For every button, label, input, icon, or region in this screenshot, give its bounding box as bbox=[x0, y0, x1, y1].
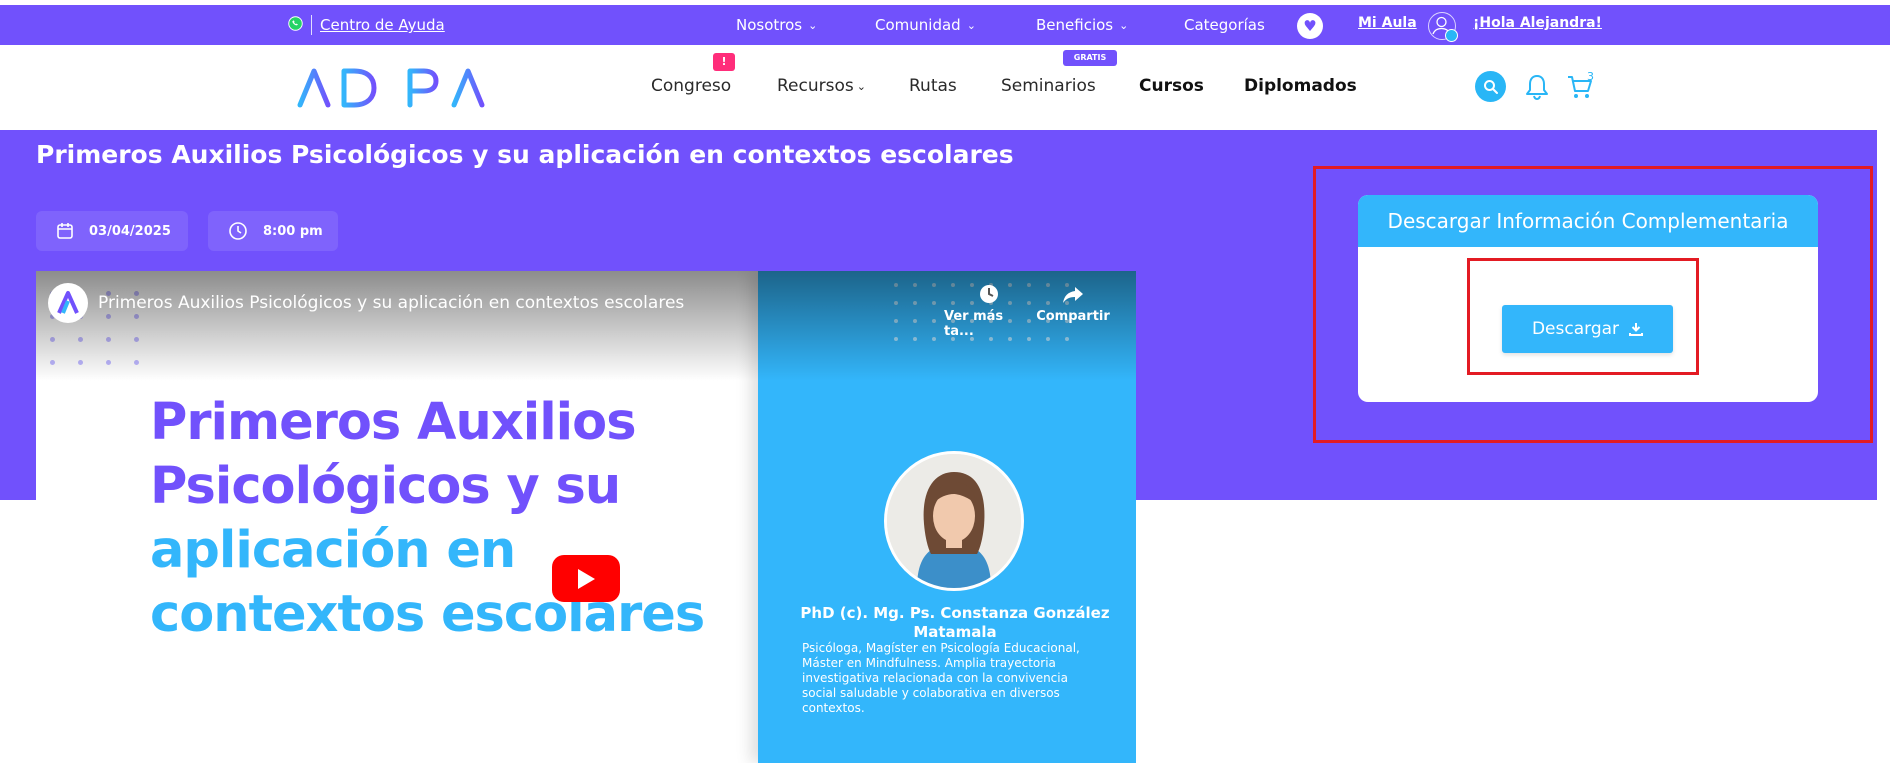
nav-label: Diplomados bbox=[1244, 76, 1357, 96]
bell-icon[interactable] bbox=[1524, 73, 1550, 101]
headline-line: contextos escolares bbox=[150, 585, 705, 644]
topnav-categorias[interactable]: Categorías bbox=[1184, 16, 1265, 34]
share-label: Compartir bbox=[1036, 309, 1110, 324]
topnav-beneficios[interactable]: Beneficios ⌄ bbox=[1036, 16, 1128, 34]
help-group: Centro de Ayuda bbox=[288, 15, 445, 35]
time-pill: 8:00 pm bbox=[208, 211, 338, 251]
nav-recursos[interactable]: Recursos ⌄ bbox=[777, 76, 866, 96]
clock-icon bbox=[229, 222, 247, 240]
speaker-description: Psicóloga, Magíster en Psicología Educac… bbox=[802, 641, 1080, 715]
nav-label: Congreso bbox=[651, 76, 732, 96]
nav-label: Recursos bbox=[777, 76, 854, 96]
nav-label: Cursos bbox=[1139, 76, 1204, 96]
calendar-icon bbox=[57, 223, 73, 239]
play-button[interactable] bbox=[552, 555, 620, 602]
chevron-down-icon: ⌄ bbox=[856, 79, 866, 93]
search-button[interactable] bbox=[1475, 71, 1506, 102]
search-icon bbox=[1483, 79, 1498, 94]
topnav-comunidad[interactable]: Comunidad ⌄ bbox=[875, 16, 976, 34]
adipa-logo-icon bbox=[57, 291, 79, 314]
help-center-link[interactable]: Centro de Ayuda bbox=[320, 16, 445, 34]
nav-label: Rutas bbox=[909, 76, 957, 96]
watch-later-button[interactable]: Ver más ta... bbox=[944, 283, 1034, 339]
speaker-photo bbox=[884, 451, 1024, 591]
congreso-badge: ! bbox=[713, 53, 735, 71]
verified-icon bbox=[1445, 29, 1458, 42]
clock-icon bbox=[980, 285, 998, 303]
topnav-label: Categorías bbox=[1184, 16, 1265, 34]
video-title[interactable]: Primeros Auxilios Psicológicos y su apli… bbox=[98, 293, 684, 313]
mi-aula-link[interactable]: Mi Aula bbox=[1358, 15, 1417, 31]
heart-icon[interactable]: ♥ bbox=[1297, 13, 1323, 39]
download-icon bbox=[1629, 323, 1644, 336]
event-date: 03/04/2025 bbox=[89, 223, 171, 239]
nav-label: Seminarios bbox=[1001, 76, 1096, 96]
share-icon bbox=[1063, 287, 1083, 303]
download-button[interactable]: Descargar bbox=[1502, 305, 1673, 353]
top-bar: Centro de Ayuda Nosotros ⌄ Comunidad ⌄ Ben… bbox=[0, 5, 1890, 45]
headline-line: aplicación en bbox=[150, 521, 516, 580]
user-greeting-link[interactable]: ¡Hola Alejandra! bbox=[1473, 15, 1602, 31]
watch-later-label: Ver más ta... bbox=[944, 309, 1004, 339]
page: Centro de Ayuda Nosotros ⌄ Comunidad ⌄ Ben… bbox=[0, 0, 1890, 763]
topnav-label: Nosotros bbox=[736, 16, 803, 34]
chevron-down-icon: ⌄ bbox=[1119, 18, 1129, 32]
nav-diplomados[interactable]: Diplomados bbox=[1244, 76, 1357, 96]
headline-line: Psicológicos y su bbox=[150, 457, 621, 516]
channel-avatar[interactable] bbox=[48, 283, 88, 323]
topnav-label: Beneficios bbox=[1036, 16, 1114, 34]
gratis-badge: GRATIS bbox=[1063, 50, 1117, 66]
nav-seminarios[interactable]: Seminarios bbox=[1001, 76, 1096, 96]
user-avatar[interactable] bbox=[1428, 12, 1458, 42]
share-button[interactable]: Compartir bbox=[1028, 283, 1118, 324]
whatsapp-icon[interactable] bbox=[288, 15, 303, 35]
chevron-down-icon: ⌄ bbox=[966, 18, 976, 32]
cart-count: 3 bbox=[1587, 70, 1594, 83]
download-card-heading: Descargar Información Complementaria bbox=[1358, 195, 1818, 247]
adipa-logo[interactable] bbox=[296, 63, 490, 111]
play-icon bbox=[578, 568, 595, 589]
date-pill: 03/04/2025 bbox=[36, 211, 188, 251]
chevron-down-icon: ⌄ bbox=[808, 18, 818, 32]
topnav-label: Comunidad bbox=[875, 16, 961, 34]
headline-line: Primeros Auxilios bbox=[150, 393, 637, 452]
nav-rutas[interactable]: Rutas bbox=[909, 76, 957, 96]
topnav-nosotros[interactable]: Nosotros ⌄ bbox=[736, 16, 817, 34]
page-title: Primeros Auxilios Psicológicos y su apli… bbox=[36, 140, 1014, 169]
download-button-label: Descargar bbox=[1531, 319, 1620, 339]
video-player[interactable]: Primeros Auxilios Psicológicos y su apli… bbox=[36, 271, 1136, 763]
event-time: 8:00 pm bbox=[263, 223, 323, 239]
nav-congreso[interactable]: Congreso bbox=[651, 76, 731, 96]
main-header: ! Congreso Recursos ⌄ Rutas GRATIS Semina… bbox=[0, 45, 1890, 130]
nav-cursos[interactable]: Cursos bbox=[1139, 76, 1204, 96]
speaker-name: PhD (c). Mg. Ps. Constanza González Mata… bbox=[800, 604, 1110, 641]
divider bbox=[311, 15, 312, 35]
